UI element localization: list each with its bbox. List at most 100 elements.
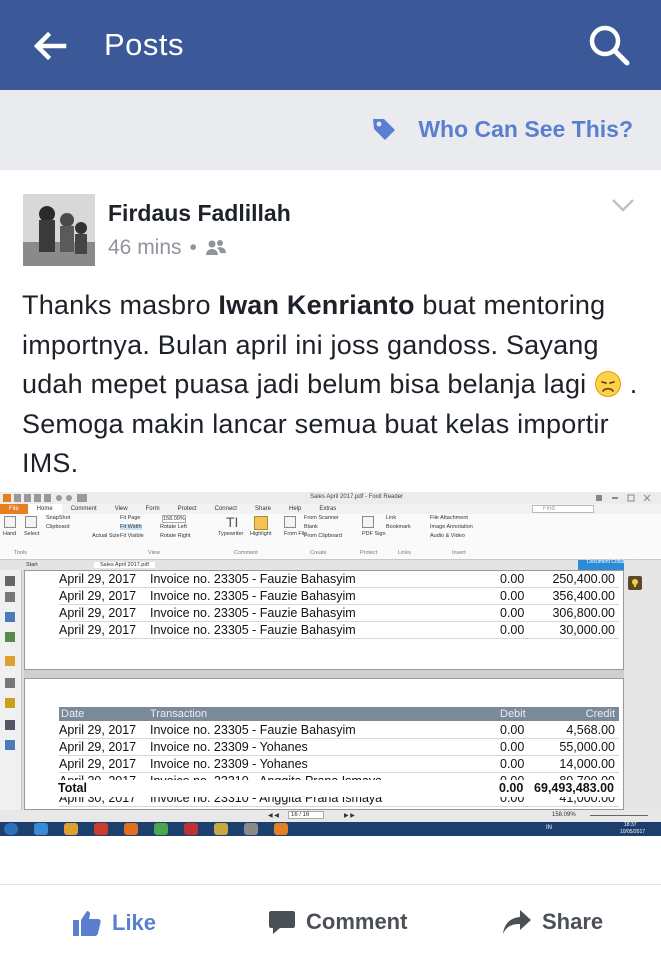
cell-debit: 0.00 <box>500 606 525 620</box>
chrome-icon <box>154 823 168 835</box>
clock-date: 10/05/2017 <box>620 829 646 835</box>
avatar[interactable] <box>23 194 95 266</box>
fit-width-label: Fit Width <box>120 524 142 530</box>
tag-icon <box>373 119 395 140</box>
audio-video-label: Audio & Video <box>430 533 465 539</box>
cell-debit: 0.00 <box>500 757 525 771</box>
post-body: Thanks masbro Iwan Kenrianto buat mentor… <box>22 286 642 484</box>
app-icon <box>244 823 258 835</box>
zoom-status: 158.09% <box>552 812 576 818</box>
blank-label: Blank <box>304 524 318 530</box>
like-button[interactable]: Like <box>72 909 156 937</box>
right-pane <box>624 560 661 810</box>
cell-debit: 0.00 <box>500 723 525 737</box>
cell-date: April 29, 2017 <box>59 623 137 637</box>
post-action-bar: Like Comment Share <box>0 884 661 960</box>
typewriter-label: Typewriter <box>218 531 244 537</box>
zoom-field: 158.09% <box>162 515 186 523</box>
foxit-title-bar: Sales April 2017.pdf - Foxit Reader <box>0 492 661 504</box>
attachment-panel-icon <box>5 678 15 688</box>
page-number-field: 16 / 16 <box>288 811 325 819</box>
layers-panel-icon <box>5 632 15 642</box>
signature-panel-icon <box>5 720 15 730</box>
who-can-see-this-link[interactable]: Who Can See This? <box>418 116 633 143</box>
image-annotation-label: Image Annotation <box>430 524 473 530</box>
firefox-icon <box>124 823 138 835</box>
quick-access-toolbar-icons <box>3 494 87 502</box>
select-label: Select <box>24 531 40 537</box>
clock-time: 18:37 <box>624 822 637 828</box>
from-clipboard-label: From Clipboard <box>304 533 342 539</box>
explorer-icon <box>64 823 78 835</box>
fit-page-label: Fit Page <box>120 515 141 521</box>
foxit-sidebar <box>0 570 22 810</box>
chevron-down-icon[interactable] <box>611 198 635 212</box>
cell-debit: 0.00 <box>500 589 525 603</box>
table-row: April 29, 2017 Invoice no. 23305 - Fauzi… <box>59 588 619 605</box>
security-panel-icon <box>5 698 15 708</box>
comment-button[interactable]: Comment <box>268 909 407 935</box>
clipboard-label: Clipboard <box>46 524 70 530</box>
pdf-sign-icon <box>362 516 374 528</box>
cell-transaction: Invoice no. 23305 - Fauzie Bahasyim <box>150 572 356 586</box>
highlight-icon <box>254 516 268 530</box>
cell-transaction: Invoice no. 23305 - Fauzie Bahasyim <box>150 723 356 737</box>
tab-file: File <box>0 504 28 514</box>
total-debit: 0.00 <box>499 781 524 795</box>
header-transaction: Transaction <box>150 708 208 720</box>
pages-panel-icon <box>5 612 15 622</box>
tab-comment: Comment <box>70 506 97 512</box>
rotate-left-label: Rotate Left <box>160 524 187 530</box>
media-player-icon <box>94 823 108 835</box>
cell-credit: 306,800.00 <box>552 606 615 620</box>
link-label: Link <box>386 515 397 521</box>
author-name[interactable]: Firdaus Fadlillah <box>108 200 291 227</box>
tab-extras: Extras <box>319 506 337 512</box>
group-comment: Comment <box>234 550 258 556</box>
post-time[interactable]: 46 mins <box>108 236 182 260</box>
table-row: April 29, 2017 Invoice no. 23309 - Yohan… <box>59 739 619 756</box>
meta-separator: • <box>189 236 197 259</box>
fit-visible-label: Fit Visible <box>120 533 144 539</box>
cell-transaction: Invoice no. 23305 - Fauzie Bahasyim <box>150 589 356 603</box>
mentioned-user-link[interactable]: Iwan Kenrianto <box>218 290 414 320</box>
windows-taskbar: IN 18:37 10/05/2017 <box>0 822 661 836</box>
table-row: April 29, 2017 Invoice no. 23305 - Fauzi… <box>59 571 619 588</box>
find-box: Find <box>532 505 594 513</box>
cell-debit: 0.00 <box>500 623 525 637</box>
table-row: April 29, 2017 Invoice no. 23305 - Fauzi… <box>59 622 619 639</box>
privacy-banner: Who Can See This? <box>0 90 661 170</box>
opera-icon <box>184 823 198 835</box>
document-tabs: Start Sales April 2017.pdf <box>0 560 661 570</box>
rotate-right-label: Rotate Right <box>160 533 191 539</box>
comment-bubble-icon <box>269 911 295 934</box>
window-title: Sales April 2017.pdf - Foxit Reader <box>310 494 404 500</box>
group-tools: Tools <box>14 550 27 556</box>
cell-credit: 356,400.00 <box>552 589 615 603</box>
cell-transaction: Invoice no. 23309 - Yohanes <box>150 740 308 754</box>
doc-tab-sales: Sales April 2017.pdf <box>94 562 155 568</box>
tab-view: View <box>114 506 128 512</box>
pdf-document-view: April 29, 2017 Invoice no. 23305 - Fauzi… <box>24 570 624 810</box>
cell-debit: 0.00 <box>500 572 525 586</box>
cell-transaction: Invoice no. 23305 - Fauzie Bahasyim <box>150 606 356 620</box>
sidebar-arrow-icon <box>5 576 15 586</box>
cell-date: April 29, 2017 <box>59 589 137 603</box>
page-nav-arrows-icon: ◀ ◀ <box>268 813 279 819</box>
back-arrow-icon[interactable] <box>28 24 72 68</box>
from-file-icon <box>284 516 296 528</box>
cell-date: April 29, 2017 <box>59 606 137 620</box>
lightbulb-icon <box>628 576 642 590</box>
post-card: Firdaus Fadlillah 46 mins • Thanks masbr… <box>0 170 661 960</box>
attached-photo[interactable]: Sales April 2017.pdf - Foxit Reader File… <box>0 492 661 836</box>
tab-home: Home <box>27 504 62 514</box>
search-icon[interactable] <box>586 22 632 68</box>
share-button[interactable]: Share <box>502 909 603 935</box>
cell-date: April 29, 2017 <box>59 572 137 586</box>
like-label: Like <box>112 910 157 935</box>
table-header: Date Transaction Debit Credit <box>59 707 619 721</box>
folder-icon <box>214 823 228 835</box>
share-label: Share <box>542 909 604 934</box>
file-attachment-label: File Attachment <box>430 515 468 521</box>
disappointed-face-emoji-icon <box>595 371 622 397</box>
